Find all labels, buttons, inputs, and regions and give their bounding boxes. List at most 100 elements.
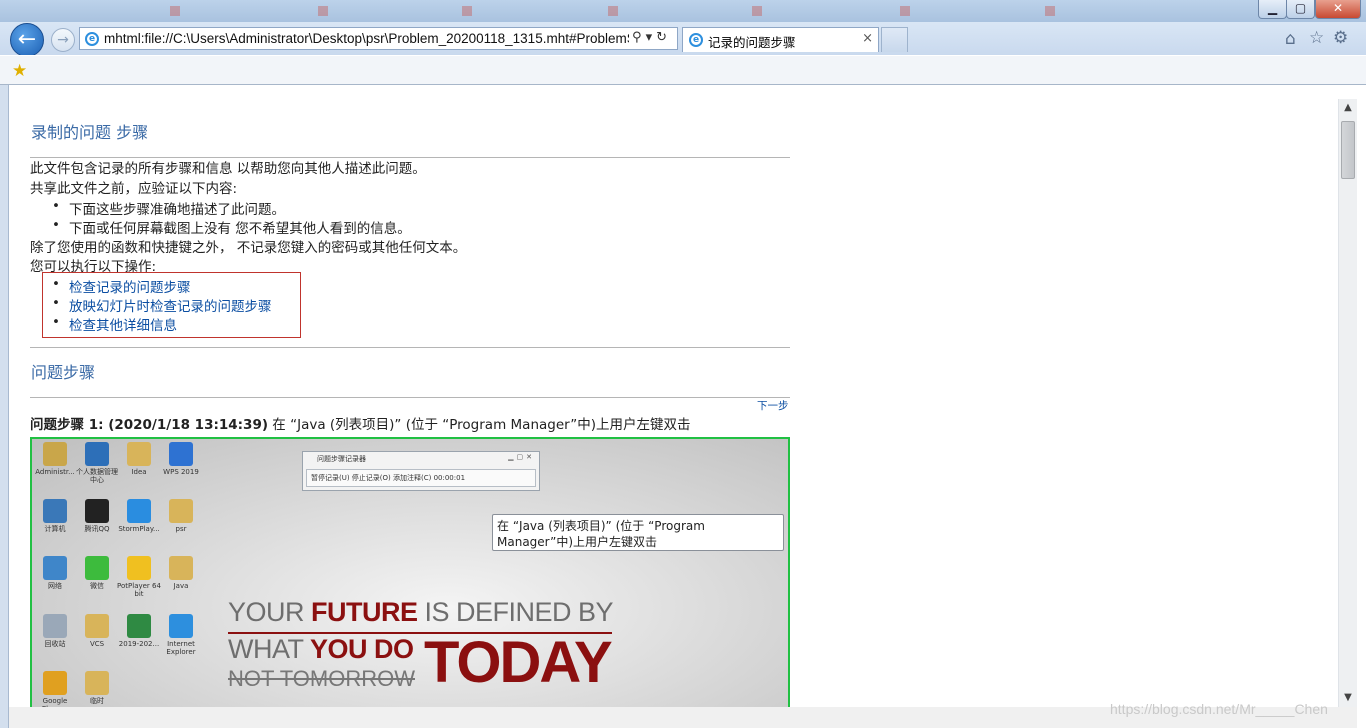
list-item: 下面这些步骤准确地描述了此问题。	[52, 198, 285, 218]
desktop-icon: Internet Explorer	[158, 614, 204, 656]
desktop-icon: 2019-202...	[116, 614, 162, 648]
desktop-icon-glyph	[85, 442, 109, 466]
title-bar: ▁ ▢ ✕	[0, 0, 1366, 22]
desktop-icon-label: psr	[175, 525, 187, 533]
recorder-title: 问题步骤记录器	[317, 455, 366, 463]
gear-icon[interactable]: ⚙	[1333, 28, 1348, 48]
desktop-icon: WPS 2019	[158, 442, 204, 476]
desktop-icon-label: 临时	[90, 697, 104, 705]
add-favorite-icon[interactable]: ★	[12, 61, 27, 81]
desktop-icon-glyph	[127, 499, 151, 523]
favorites-bar: ★	[0, 55, 1366, 85]
desktop-icon-glyph	[127, 442, 151, 466]
slogan-line-3: NOT TOMORROW	[228, 666, 415, 691]
list-item: 下面或任何屏幕截图上没有 您不希望其他人看到的信息。	[52, 217, 411, 237]
click-tooltip: 在 “Java (列表项目)” (位于 “Program Manager”中)上…	[492, 514, 784, 551]
recorder-toolbar: 暂停记录(U) 停止记录(O) 添加注释(C) 00:00:01	[306, 469, 536, 487]
page-title: 录制的问题 步骤	[31, 123, 149, 142]
dropdown-icon[interactable]: ▾	[646, 30, 657, 45]
desktop-icon-label: 网络	[48, 582, 62, 590]
close-button[interactable]: ✕	[1315, 0, 1361, 19]
steps-heading: 问题步骤	[31, 363, 96, 382]
address-url[interactable]: mhtml:file://C:\Users\Administrator\Desk…	[104, 31, 629, 46]
desktop-icon-glyph	[169, 499, 193, 523]
back-button[interactable]: ←	[10, 23, 44, 57]
desktop-icon-glyph	[169, 556, 193, 580]
back-arrow-icon: ←	[17, 27, 37, 52]
navigation-bar: ← → e mhtml:file://C:\Users\Administrato…	[0, 22, 1366, 57]
vertical-scrollbar[interactable]: ▲ ▼	[1338, 99, 1357, 707]
desktop-icon-glyph	[85, 671, 109, 695]
forward-arrow-icon: →	[57, 32, 69, 48]
desktop-icon-label: Idea	[131, 468, 147, 476]
recorder-window-buttons: ▁▢✕	[508, 453, 535, 461]
desktop-icon-glyph	[127, 614, 151, 638]
address-bar[interactable]: e mhtml:file://C:\Users\Administrator\De…	[79, 27, 678, 50]
desktop-icon: StormPlay...	[116, 499, 162, 533]
intro-line: 此文件包含记录的所有步骤和信息 以帮助您向其他人描述此问题。	[30, 161, 426, 177]
scroll-up-icon[interactable]: ▲	[1339, 99, 1357, 117]
desktop-icon-label: StormPlay...	[118, 525, 160, 533]
desktop-icon-glyph	[43, 556, 67, 580]
intro-line: 共享此文件之前，应验证以下内容:	[30, 181, 238, 197]
background-tab	[900, 6, 1020, 20]
ie-icon: e	[85, 32, 99, 46]
desktop-icon: 临时	[74, 671, 120, 705]
slogan-today: TODAY	[424, 630, 613, 695]
desktop-icon-label: VCS	[89, 640, 105, 648]
desktop-icon: 回收站	[32, 614, 78, 648]
desktop-icon-label: 腾讯QQ	[84, 525, 110, 533]
desktop-icon: Idea	[116, 442, 162, 476]
desktop-icon-glyph	[85, 499, 109, 523]
desktop-icon-label: 2019-202...	[118, 640, 160, 648]
slideshow-link[interactable]: 放映幻灯片时检查记录的问题步骤	[52, 295, 271, 315]
tab-active[interactable]: e 记录的问题步骤 ×	[682, 27, 879, 52]
slogan-line-2: WHAT YOU DO	[228, 634, 414, 664]
desktop-icon-label: 微信	[90, 582, 104, 590]
desktop-icon: PotPlayer 64 bit	[116, 556, 162, 598]
minimize-button[interactable]: ▁	[1258, 0, 1287, 19]
review-steps-link[interactable]: 检查记录的问题步骤	[52, 276, 190, 296]
desktop-icon: Java	[158, 556, 204, 590]
maximize-button[interactable]: ▢	[1286, 0, 1315, 19]
step-description: 在 “Java (列表项目)” (位于 “Program Manager”中)上…	[268, 417, 691, 433]
home-icon[interactable]: ⌂	[1285, 29, 1296, 49]
forward-button[interactable]: →	[51, 28, 75, 52]
note-line: 除了您使用的函数和快捷键之外， 不记录您键入的密码或其他任何文本。	[30, 240, 467, 256]
desktop-icon-glyph	[85, 614, 109, 638]
background-tab	[752, 6, 872, 20]
tab-close-icon[interactable]: ×	[862, 31, 873, 46]
desktop-icon: 个人数据管理中心	[74, 442, 120, 484]
background-tab	[462, 6, 582, 20]
desktop-icon-label: WPS 2019	[163, 468, 199, 476]
desktop-icon: 腾讯QQ	[74, 499, 120, 533]
tab-title: 记录的问题步骤	[708, 35, 796, 50]
desktop-icon-glyph	[43, 614, 67, 638]
next-step-link[interactable]: 下一步	[757, 398, 789, 413]
ie-icon: e	[689, 33, 703, 47]
scroll-down-icon[interactable]: ▼	[1339, 689, 1357, 707]
background-tab	[1045, 6, 1165, 20]
desktop-icon: 计算机	[32, 499, 78, 533]
new-tab-button[interactable]	[881, 27, 908, 52]
desktop-icon-label: Java	[173, 582, 189, 590]
search-icon[interactable]: ⚲	[632, 30, 646, 45]
step-screenshot: Administr... 个人数据管理中心 Idea WPS 2019 计算机 腾讯QQ S…	[30, 437, 790, 722]
desktop-icon-label: Internet Explorer	[166, 640, 196, 656]
watermark: https://blog.csdn.net/Mr_____Chen	[1110, 701, 1328, 717]
desktop-icon-glyph	[127, 556, 151, 580]
divider	[30, 397, 790, 398]
desktop-icon-label: 个人数据管理中心	[76, 468, 118, 484]
recorder-window: 问题步骤记录器 ▁▢✕ 暂停记录(U) 停止记录(O) 添加注释(C) 00:0…	[302, 451, 540, 491]
scroll-thumb[interactable]	[1341, 121, 1355, 179]
additional-details-link[interactable]: 检查其他详细信息	[52, 314, 177, 334]
desktop-icon-glyph	[169, 442, 193, 466]
desktop-icon-glyph	[85, 556, 109, 580]
desktop-icon-glyph	[169, 614, 193, 638]
slogan-line-1: YOUR FUTURE IS DEFINED BY	[228, 597, 614, 627]
favorites-icon[interactable]: ☆	[1309, 28, 1324, 48]
desktop-icon: 网络	[32, 556, 78, 590]
refresh-icon[interactable]: ↻	[656, 30, 671, 45]
desktop-icon: 微信	[74, 556, 120, 590]
desktop-icon: VCS	[74, 614, 120, 648]
